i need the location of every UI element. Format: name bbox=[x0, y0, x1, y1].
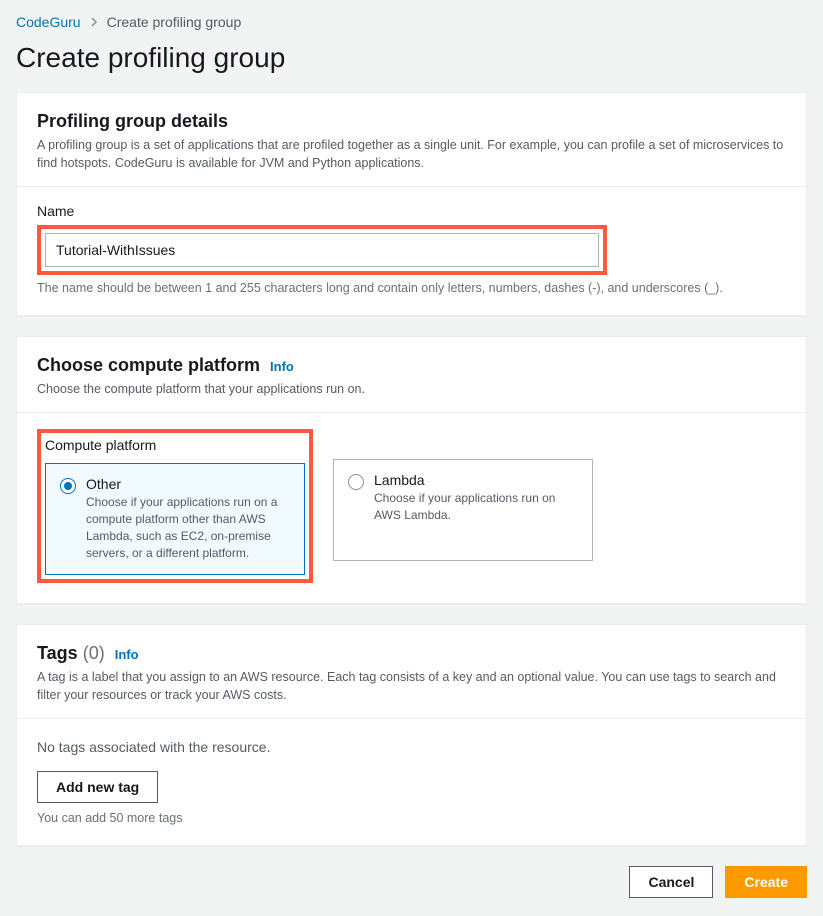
footer-actions: Cancel Create bbox=[0, 866, 823, 916]
compute-field-label: Compute platform bbox=[45, 437, 305, 453]
breadcrumb: CodeGuru Create profiling group bbox=[0, 0, 823, 38]
radio-tile-lambda[interactable]: Lambda Choose if your applications run o… bbox=[333, 459, 593, 561]
radio-desc-other: Choose if your applications run on a com… bbox=[86, 494, 290, 561]
page-title: Create profiling group bbox=[0, 38, 823, 92]
info-link-tags[interactable]: Info bbox=[115, 647, 139, 662]
radio-desc-lambda: Choose if your applications run on AWS L… bbox=[374, 490, 578, 524]
panel-desc-details: A profiling group is a set of applicatio… bbox=[37, 136, 786, 172]
info-link-compute[interactable]: Info bbox=[270, 359, 294, 374]
panel-title-compute: Choose compute platform bbox=[37, 355, 260, 376]
breadcrumb-current: Create profiling group bbox=[107, 14, 242, 30]
name-highlight bbox=[37, 225, 607, 275]
panel-profiling-details: Profiling group details A profiling grou… bbox=[16, 92, 807, 316]
add-new-tag-button[interactable]: Add new tag bbox=[37, 771, 158, 803]
panel-tags: Tags (0) Info A tag is a label that you … bbox=[16, 624, 807, 846]
compute-highlight: Compute platform Other Choose if your ap… bbox=[37, 429, 313, 582]
panel-title-details: Profiling group details bbox=[37, 111, 786, 132]
chevron-right-icon bbox=[89, 14, 99, 30]
breadcrumb-root[interactable]: CodeGuru bbox=[16, 14, 81, 30]
panel-compute-platform: Choose compute platform Info Choose the … bbox=[16, 336, 807, 603]
radio-title-other: Other bbox=[86, 476, 290, 492]
name-label: Name bbox=[37, 203, 786, 219]
panel-desc-compute: Choose the compute platform that your ap… bbox=[37, 380, 786, 398]
radio-title-lambda: Lambda bbox=[374, 472, 578, 488]
panel-title-tags: Tags bbox=[37, 643, 78, 663]
radio-icon bbox=[60, 478, 76, 494]
name-hint: The name should be between 1 and 255 cha… bbox=[37, 281, 786, 295]
name-input[interactable] bbox=[45, 233, 599, 267]
tags-count: (0) bbox=[83, 643, 105, 663]
radio-tile-other[interactable]: Other Choose if your applications run on… bbox=[45, 463, 305, 574]
tags-limit-hint: You can add 50 more tags bbox=[37, 811, 786, 825]
panel-desc-tags: A tag is a label that you assign to an A… bbox=[37, 668, 786, 704]
radio-icon bbox=[348, 474, 364, 490]
tags-empty-msg: No tags associated with the resource. bbox=[37, 739, 786, 755]
